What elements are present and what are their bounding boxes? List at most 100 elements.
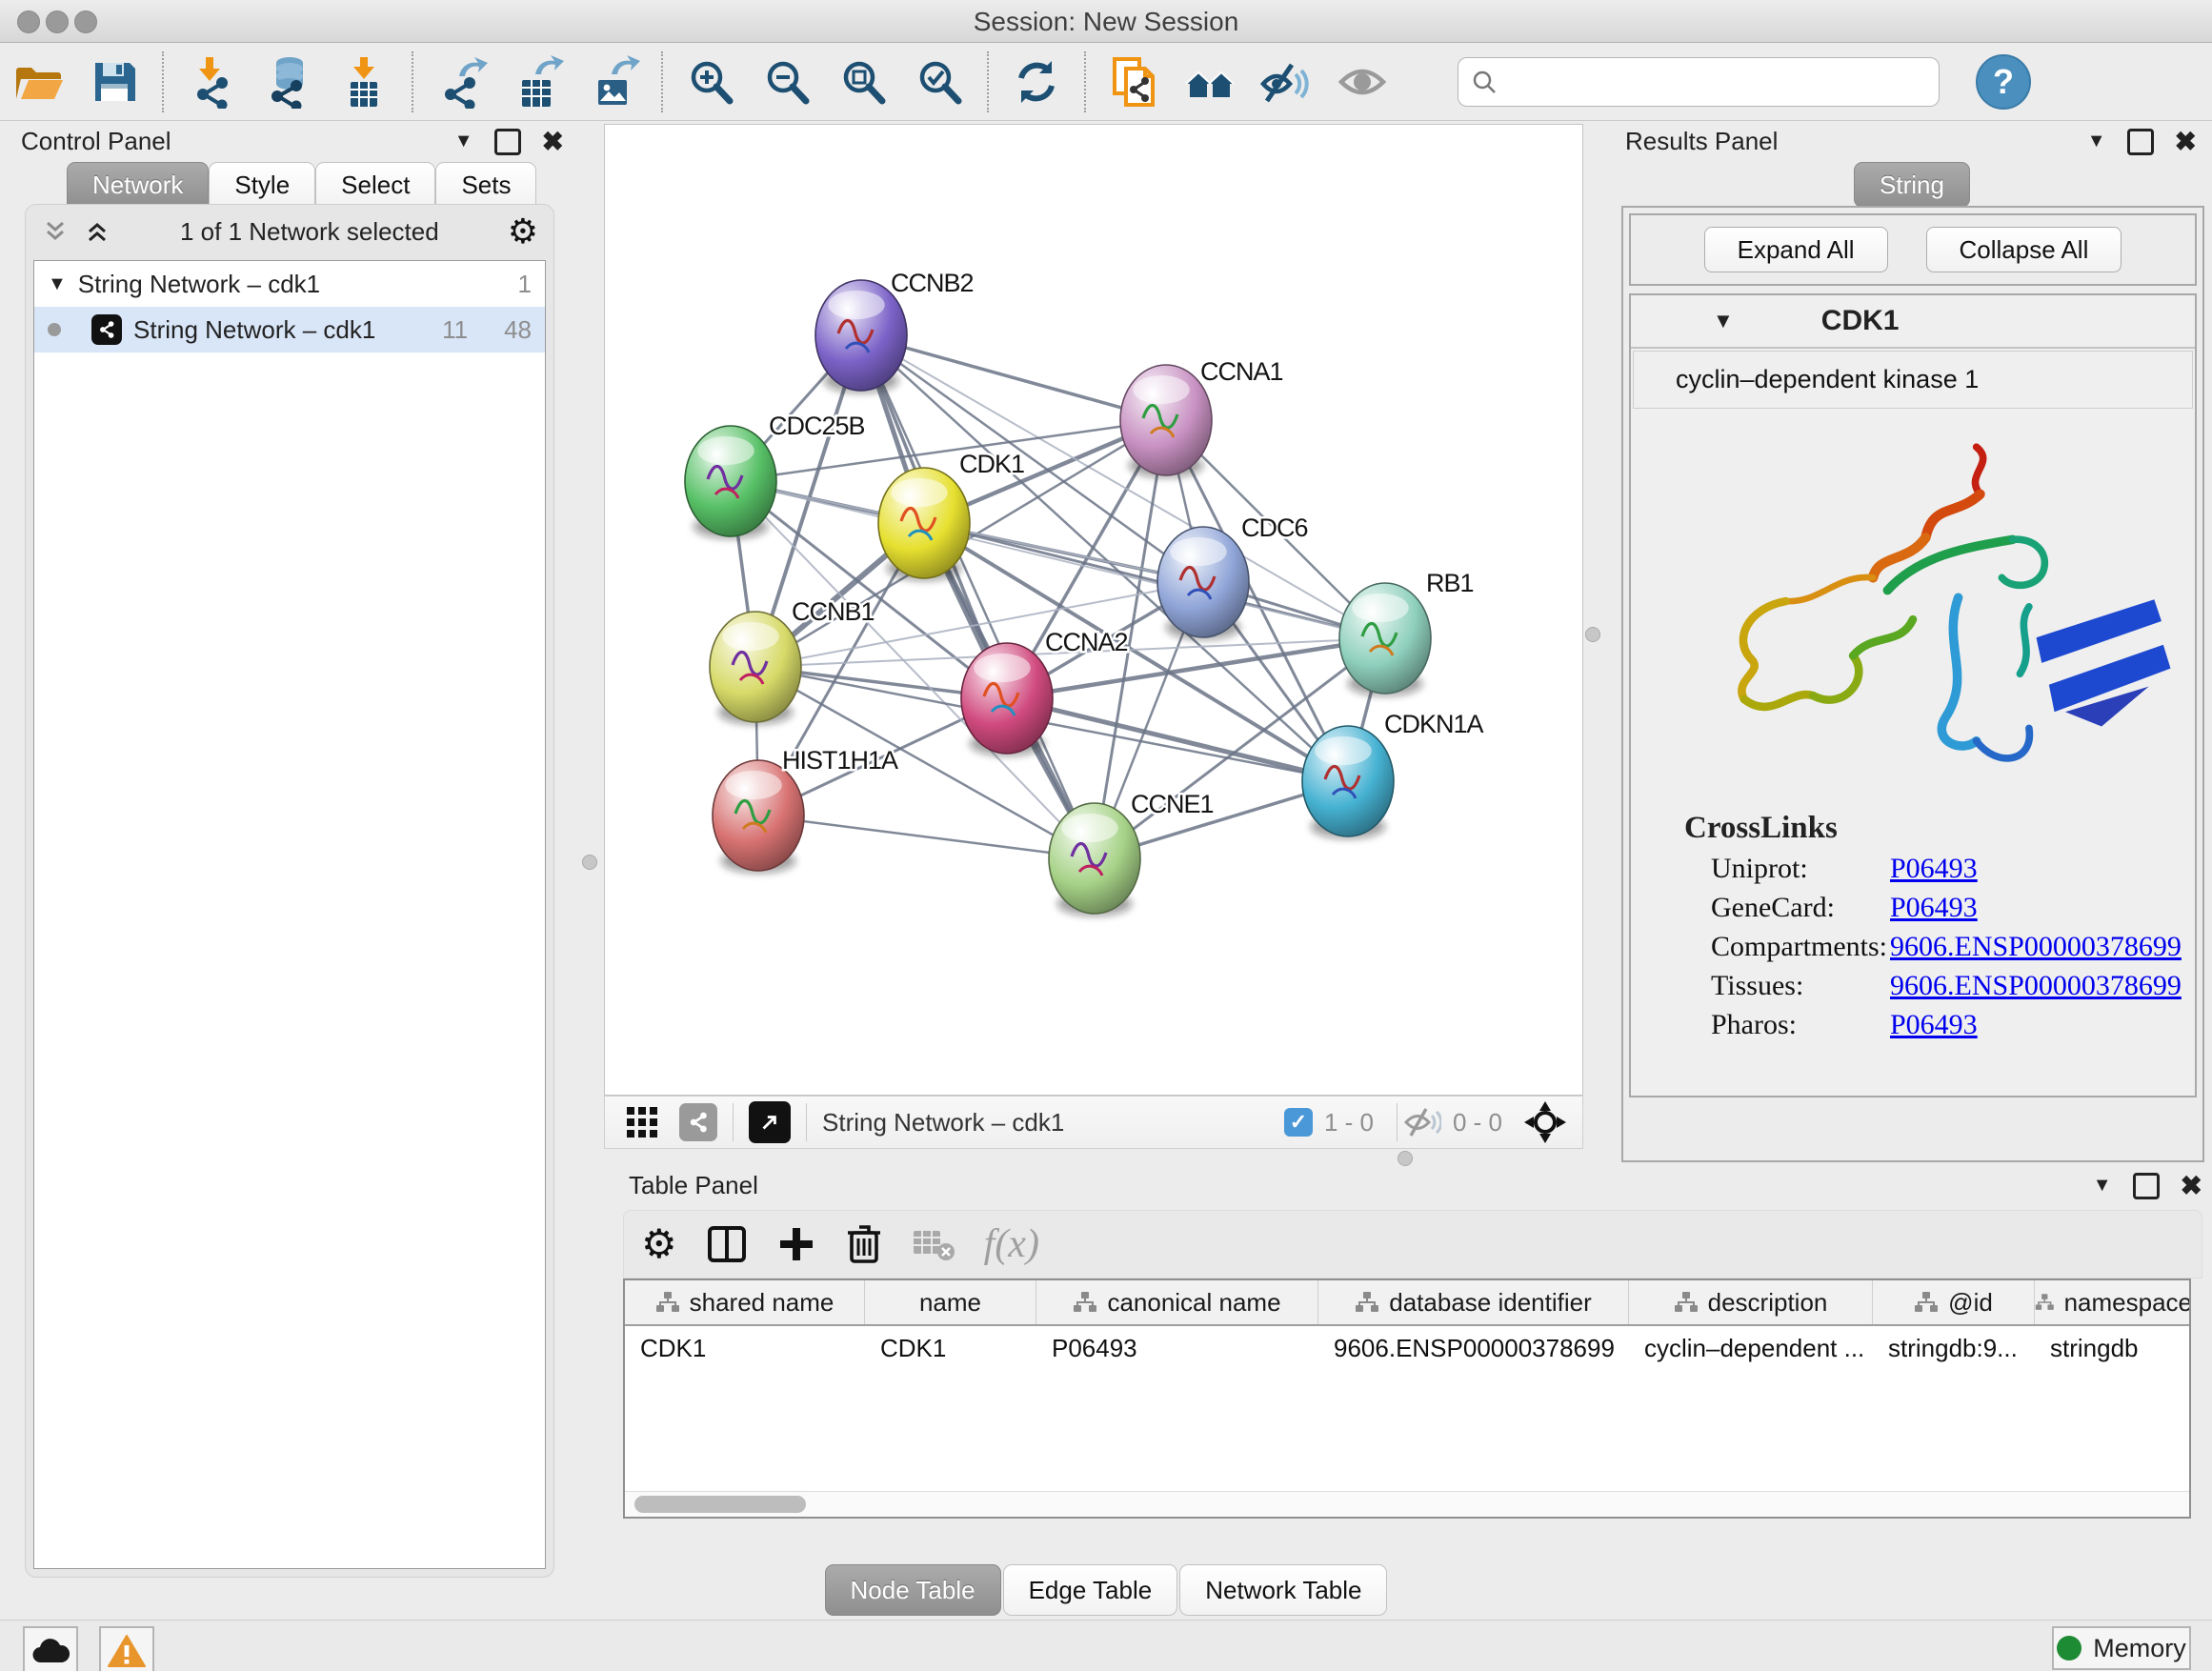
network-row[interactable]: String Network – cdk1 11 48 bbox=[34, 307, 545, 352]
table-cell[interactable]: CDK1 bbox=[625, 1326, 865, 1370]
collection-expand-icon[interactable]: ▼ bbox=[48, 273, 67, 295]
collection-count: 1 bbox=[518, 270, 532, 299]
delete-column-icon[interactable] bbox=[845, 1223, 883, 1265]
search-input[interactable] bbox=[1498, 66, 1927, 97]
node-label-CCNA1: CCNA1 bbox=[1200, 357, 1283, 386]
results-panel-float-icon[interactable] bbox=[2127, 129, 2154, 155]
right-splitter-handle[interactable] bbox=[1585, 627, 1600, 642]
node-CDC25B bbox=[685, 426, 776, 539]
left-splitter-handle[interactable] bbox=[582, 855, 597, 870]
gene-section-header[interactable]: ▼ CDK1 bbox=[1631, 295, 2195, 349]
node-CCNA1 bbox=[1120, 365, 1212, 478]
gene-section-collapse-icon[interactable]: ▼ bbox=[1713, 309, 1734, 333]
selected-elements-checkbox[interactable]: ✓ bbox=[1284, 1108, 1313, 1137]
zoom-out-icon[interactable] bbox=[757, 52, 816, 111]
birds-eye-view-icon[interactable] bbox=[1523, 1100, 1567, 1144]
show-columns-icon[interactable] bbox=[706, 1223, 748, 1265]
memory-status-dot bbox=[2057, 1636, 2081, 1661]
table-cell[interactable]: P06493 bbox=[1036, 1326, 1318, 1370]
column-header-database-identifier[interactable]: database identifier bbox=[1318, 1280, 1629, 1324]
hidden-elements-icon[interactable] bbox=[1403, 1106, 1441, 1138]
export-table-icon[interactable] bbox=[508, 52, 567, 111]
scrollbar-thumb[interactable] bbox=[634, 1496, 806, 1513]
zoom-in-icon[interactable] bbox=[681, 52, 740, 111]
open-session-icon[interactable] bbox=[9, 52, 68, 111]
network-share-view-icon[interactable] bbox=[679, 1103, 717, 1141]
table-options-gear-icon[interactable]: ⚙ bbox=[641, 1224, 677, 1264]
cloud-status-button[interactable] bbox=[23, 1626, 78, 1671]
first-neighbors-icon[interactable] bbox=[1180, 52, 1239, 111]
search-box[interactable] bbox=[1458, 57, 1940, 107]
table-panel: Table Panel ▼ ✖ ⚙ f(x) bbox=[604, 1164, 2212, 1581]
collapse-all-button[interactable]: Collapse All bbox=[1926, 227, 2122, 272]
control-panel-float-icon[interactable] bbox=[494, 129, 521, 155]
grid-view-icon[interactable] bbox=[626, 1106, 658, 1138]
tab-sets[interactable]: Sets bbox=[435, 162, 536, 208]
application-window: Session: New Session bbox=[0, 0, 2212, 1671]
network-status-dot bbox=[48, 323, 61, 336]
edge-CCNB2-CCNE1[interactable] bbox=[861, 335, 1095, 858]
toolbar-separator bbox=[1084, 51, 1086, 112]
table-panel-float-icon[interactable] bbox=[2133, 1173, 2160, 1199]
table-panel-close-icon[interactable]: ✖ bbox=[2181, 1170, 2202, 1201]
table-horizontal-scrollbar[interactable] bbox=[625, 1491, 2189, 1517]
zoom-selected-icon[interactable] bbox=[910, 52, 969, 111]
crosslink-link[interactable]: 9606.ENSP00000378699 bbox=[1890, 970, 2182, 1002]
node-label-CCNB1: CCNB1 bbox=[792, 597, 875, 626]
edge-HIST1H1A-CCNE1[interactable] bbox=[758, 815, 1095, 858]
zoom-fit-icon[interactable] bbox=[834, 52, 893, 111]
tab-edge-table[interactable]: Edge Table bbox=[1003, 1564, 1178, 1616]
crosslink-link[interactable]: 9606.ENSP00000378699 bbox=[1890, 931, 2182, 963]
tab-network-table[interactable]: Network Table bbox=[1179, 1564, 1387, 1616]
network-view-canvas[interactable]: CCNB2CCNA1CDC25BCDK1CDC6RB1CCNB1CCNA2CDK… bbox=[604, 124, 1583, 1096]
duplicate-network-icon[interactable] bbox=[1104, 52, 1163, 111]
table-cell[interactable]: CDK1 bbox=[865, 1326, 1036, 1370]
tab-node-table[interactable]: Node Table bbox=[825, 1564, 1001, 1616]
column-header-namespace[interactable]: namespace bbox=[2035, 1280, 2191, 1324]
expand-all-button[interactable]: Expand All bbox=[1704, 227, 1888, 272]
column-header-canonical-name[interactable]: canonical name bbox=[1036, 1280, 1318, 1324]
import-network-database-icon[interactable] bbox=[258, 52, 317, 111]
column-header-description[interactable]: description bbox=[1629, 1280, 1873, 1324]
save-session-icon[interactable] bbox=[85, 52, 144, 111]
help-button[interactable]: ? bbox=[1976, 54, 2031, 110]
crosslink-link[interactable]: P06493 bbox=[1890, 853, 1978, 885]
refresh-icon[interactable] bbox=[1007, 52, 1066, 111]
results-panel-collapse-icon[interactable]: ▼ bbox=[2087, 131, 2106, 152]
crosslink-link[interactable]: P06493 bbox=[1890, 892, 1978, 924]
crosslink-link[interactable]: P06493 bbox=[1890, 1009, 1978, 1041]
import-table-icon[interactable] bbox=[334, 52, 393, 111]
table-cell[interactable]: cyclin–dependent ... bbox=[1629, 1326, 1873, 1370]
table-tabs: Node Table Edge Table Network Table bbox=[0, 1564, 2212, 1616]
control-panel-collapse-icon[interactable]: ▼ bbox=[454, 131, 473, 152]
tab-select[interactable]: Select bbox=[315, 162, 435, 208]
results-panel-close-icon[interactable]: ✖ bbox=[2175, 126, 2197, 157]
table-cell[interactable]: stringdb bbox=[2035, 1326, 2191, 1370]
tab-style[interactable]: Style bbox=[209, 162, 315, 208]
tab-network[interactable]: Network bbox=[67, 162, 209, 208]
open-in-new-window-icon[interactable] bbox=[749, 1101, 791, 1143]
network-collection-row[interactable]: ▼ String Network – cdk1 1 bbox=[34, 261, 545, 307]
hide-selected-icon[interactable] bbox=[1257, 52, 1316, 111]
export-network-icon[interactable] bbox=[432, 52, 491, 111]
collapse-all-networks-icon[interactable] bbox=[83, 217, 111, 246]
table-cell[interactable]: 9606.ENSP00000378699 bbox=[1318, 1326, 1629, 1370]
column-header-shared-name[interactable]: shared name bbox=[625, 1280, 865, 1324]
import-network-file-icon[interactable] bbox=[182, 52, 241, 111]
table-cell[interactable]: stringdb:9... bbox=[1873, 1326, 2035, 1370]
column-header-name[interactable]: name bbox=[865, 1280, 1036, 1324]
cloud-icon bbox=[31, 1638, 70, 1664]
control-panel-close-icon[interactable]: ✖ bbox=[542, 126, 564, 157]
memory-button[interactable]: Memory bbox=[2052, 1626, 2191, 1670]
table-panel-collapse-icon[interactable]: ▼ bbox=[2093, 1175, 2112, 1197]
column-header--id[interactable]: @id bbox=[1873, 1280, 2035, 1324]
export-image-icon[interactable] bbox=[584, 52, 643, 111]
add-column-icon[interactable] bbox=[776, 1224, 816, 1264]
toolbar-separator bbox=[987, 51, 989, 112]
tab-string-results[interactable]: String bbox=[1854, 162, 1970, 208]
expand-all-networks-icon[interactable] bbox=[41, 217, 70, 246]
network-view-toolbar: String Network – cdk1 ✓ 1 - 0 0 - 0 bbox=[604, 1096, 1583, 1149]
warnings-button[interactable] bbox=[99, 1626, 154, 1671]
function-builder-icon-disabled: f(x) bbox=[984, 1221, 1039, 1267]
network-options-gear-icon[interactable]: ⚙ bbox=[508, 214, 538, 249]
